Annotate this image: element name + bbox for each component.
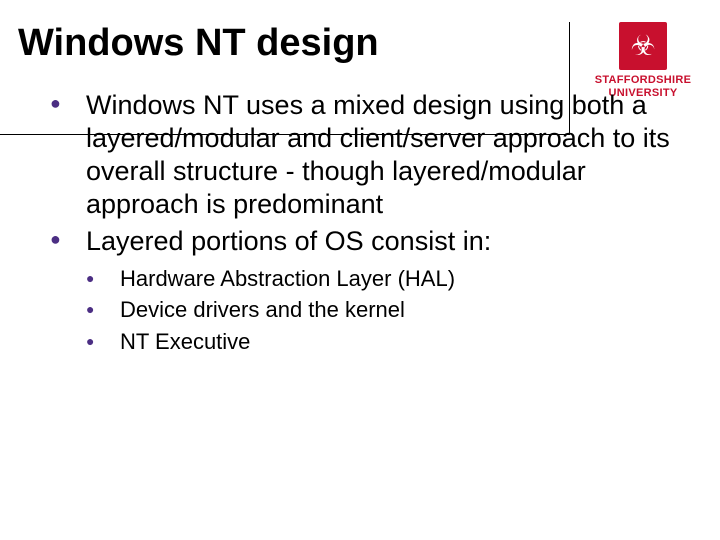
list-item: Windows NT uses a mixed design using bot…: [50, 89, 680, 221]
list-item: Hardware Abstraction Layer (HAL): [86, 264, 680, 294]
biohazard-icon: ☣: [630, 32, 655, 60]
sub-bullet-list: Hardware Abstraction Layer (HAL) Device …: [86, 264, 680, 357]
bullet-text: Layered portions of OS consist in:: [86, 226, 491, 256]
sub-bullet-text: NT Executive: [120, 329, 250, 354]
header: Windows NT design ☣ STAFFORDSHIRE UNIVER…: [0, 0, 720, 65]
bullet-text: Windows NT uses a mixed design using bot…: [86, 90, 670, 219]
university-logo: ☣ STAFFORDSHIRE UNIVERSITY: [588, 22, 698, 99]
slide: Windows NT design ☣ STAFFORDSHIRE UNIVER…: [0, 0, 720, 540]
logo-mark: ☣: [619, 22, 667, 70]
sub-bullet-text: Device drivers and the kernel: [120, 297, 405, 322]
list-item: NT Executive: [86, 327, 680, 357]
sub-bullet-text: Hardware Abstraction Layer (HAL): [120, 266, 455, 291]
list-item: Device drivers and the kernel: [86, 295, 680, 325]
list-item: Layered portions of OS consist in: Hardw…: [50, 225, 680, 357]
slide-title: Windows NT design: [18, 22, 680, 65]
bullet-list: Windows NT uses a mixed design using bot…: [50, 89, 680, 357]
content-area: Windows NT uses a mixed design using bot…: [0, 65, 720, 357]
logo-text-line1: STAFFORDSHIRE: [588, 74, 698, 87]
